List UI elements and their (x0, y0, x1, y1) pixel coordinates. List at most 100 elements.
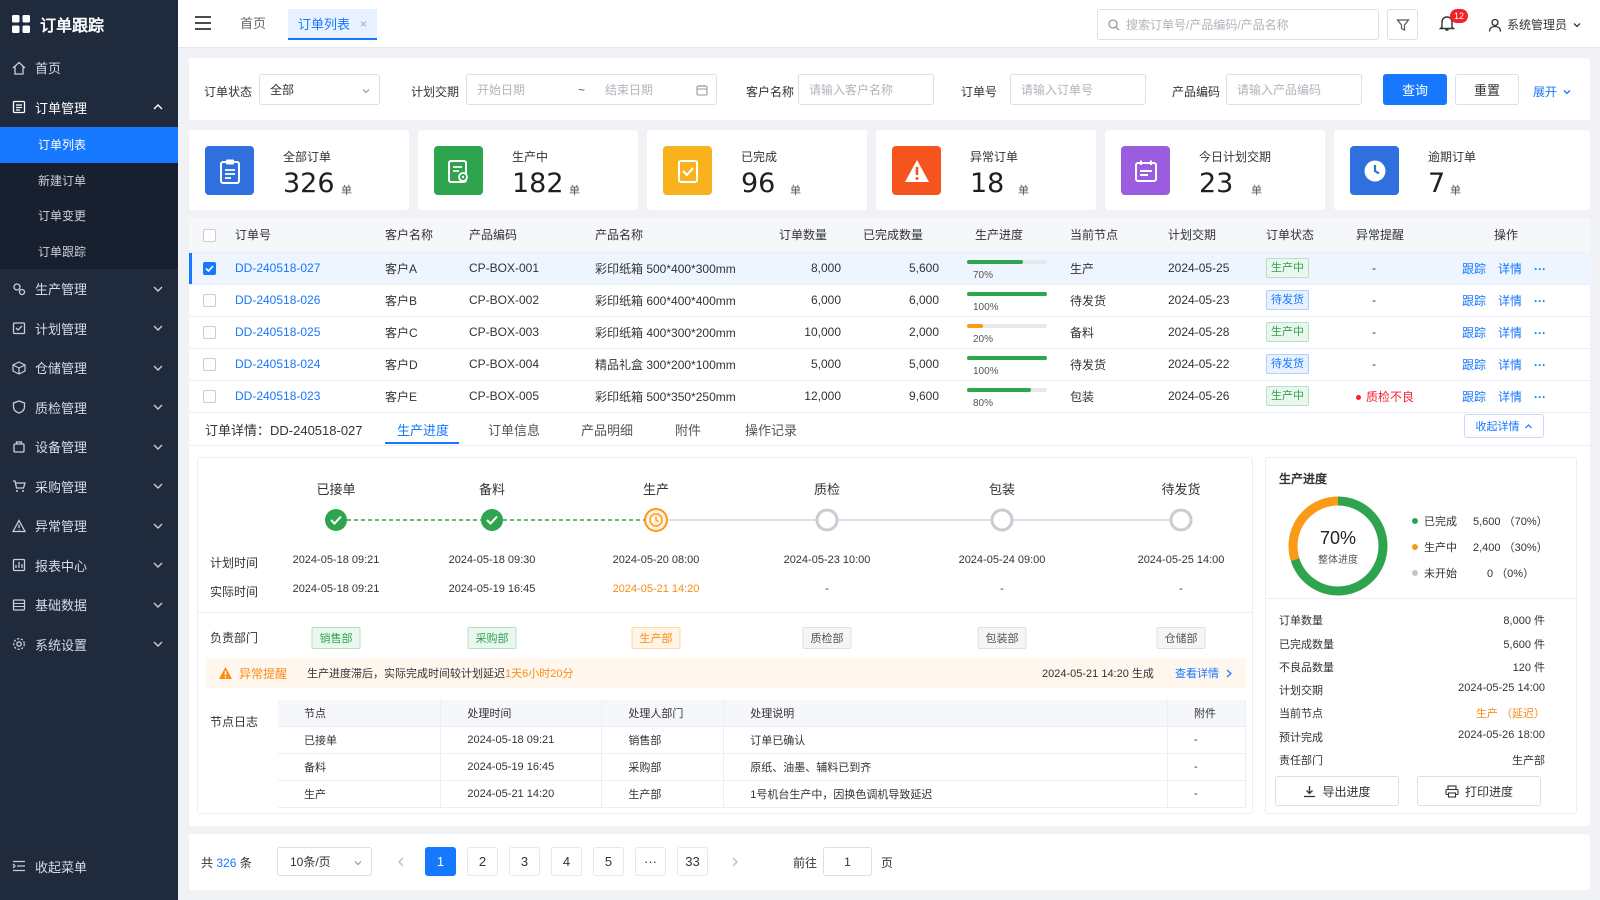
page-button[interactable]: 5 (593, 847, 624, 876)
nav-base-data[interactable]: 基础数据 (0, 585, 178, 625)
status-select[interactable]: 全部 (259, 74, 380, 105)
query-button[interactable]: 查询 (1383, 74, 1447, 105)
view-detail-link[interactable]: 查看详情 (1175, 665, 1233, 681)
order-id-link[interactable]: DD-240518-025 (235, 325, 320, 339)
subnav-order-change[interactable]: 订单变更 (0, 198, 178, 234)
stat-card-all[interactable]: 全部订单 326 单 (189, 130, 409, 210)
nav-home[interactable]: 首页 (0, 48, 178, 88)
detail-link[interactable]: 详情 (1498, 294, 1522, 308)
col-header[interactable]: 生产进度 (947, 218, 1062, 253)
export-progress-button[interactable]: 导出进度 (1275, 776, 1399, 806)
col-header[interactable]: 产品名称 (587, 218, 771, 253)
nav-plan[interactable]: 计划管理 (0, 309, 178, 349)
col-header[interactable]: 产品编码 (461, 218, 587, 253)
more-actions-icon[interactable]: ··· (1534, 358, 1546, 372)
table-row[interactable]: DD-240518-024 客户D CP-BOX-004 精品礼盒 300*200*1… (189, 348, 1590, 381)
nav-equipment[interactable]: 设备管理 (0, 427, 178, 467)
stat-card-overdue[interactable]: 逾期订单 7 单 (1334, 130, 1590, 210)
nav-settings[interactable]: 系统设置 (0, 625, 178, 665)
filter-button[interactable] (1387, 9, 1418, 40)
col-header[interactable]: 异常提醒 (1348, 218, 1440, 253)
tab-order-list[interactable]: 订单列表 × (288, 9, 378, 40)
user-menu[interactable]: 系统管理员 (1488, 16, 1582, 33)
track-link[interactable]: 跟踪 (1462, 326, 1486, 340)
table-row[interactable]: DD-240518-027 客户A CP-BOX-001 彩印纸箱 500*400*3… (189, 252, 1590, 285)
tab-production-progress[interactable]: 生产进度 (397, 420, 449, 439)
order-id-link[interactable]: DD-240518-024 (235, 357, 320, 371)
detail-link[interactable]: 详情 (1498, 326, 1522, 340)
tab-attachments[interactable]: 附件 (675, 420, 701, 439)
col-header[interactable]: 订单状态 (1258, 218, 1348, 253)
detail-link[interactable]: 详情 (1498, 358, 1522, 372)
subnav-order-tracking[interactable]: 订单跟踪 (0, 234, 178, 270)
col-header[interactable]: 已完成数量 (855, 218, 947, 253)
expand-filters-link[interactable]: 展开 (1533, 83, 1572, 100)
subnav-order-list[interactable]: 订单列表 (0, 127, 178, 163)
col-header[interactable]: 当前节点 (1062, 218, 1160, 253)
col-header[interactable]: 操作 (1440, 218, 1590, 253)
nav-exception[interactable]: 异常管理 (0, 506, 178, 546)
date-range-picker[interactable]: 开始日期 ~ 结束日期 (466, 74, 717, 105)
col-header[interactable]: 订单数量 (771, 218, 855, 253)
tab-home[interactable]: 首页 (232, 8, 274, 40)
track-link[interactable]: 跟踪 (1462, 390, 1486, 404)
prev-page-button[interactable] (385, 847, 416, 876)
stage-node-current[interactable] (644, 508, 668, 532)
nav-quality[interactable]: 质检管理 (0, 388, 178, 428)
nav-production[interactable]: 生产管理 (0, 269, 178, 309)
row-checkbox[interactable] (203, 358, 216, 372)
tab-product-detail[interactable]: 产品明细 (581, 420, 633, 439)
stage-node-todo[interactable] (815, 508, 839, 532)
page-ellipsis[interactable]: ··· (635, 847, 666, 876)
product-code-input[interactable]: 请输入产品编码 (1226, 74, 1362, 105)
order-number-input[interactable]: 请输入订单号 (1010, 74, 1146, 105)
hamburger-icon[interactable] (194, 15, 212, 31)
app-logo[interactable]: 订单跟踪 (0, 0, 178, 48)
stat-card-in-production[interactable]: 生产中 182 单 (418, 130, 638, 210)
page-button[interactable]: 4 (551, 847, 582, 876)
detail-link[interactable]: 详情 (1498, 390, 1522, 404)
page-button[interactable]: 2 (467, 847, 498, 876)
col-header[interactable]: 计划交期 (1160, 218, 1258, 253)
page-button[interactable]: 3 (509, 847, 540, 876)
track-link[interactable]: 跟踪 (1462, 262, 1486, 276)
page-button[interactable]: 1 (425, 847, 456, 876)
stage-node-todo[interactable] (990, 508, 1014, 532)
table-row[interactable]: DD-240518-026 客户B CP-BOX-002 彩印纸箱 600*400*4… (189, 284, 1590, 317)
stage-node-done[interactable] (325, 509, 347, 531)
stat-card-due-today[interactable]: 今日计划交期 23 单 (1105, 130, 1325, 210)
select-all-checkbox[interactable] (203, 228, 216, 242)
more-actions-icon[interactable]: ··· (1534, 390, 1546, 404)
tab-order-info[interactable]: 订单信息 (488, 420, 540, 439)
next-page-button[interactable] (719, 847, 750, 876)
collapse-menu-button[interactable]: 收起菜单 (0, 854, 178, 878)
more-actions-icon[interactable]: ··· (1534, 262, 1546, 276)
reset-button[interactable]: 重置 (1455, 74, 1519, 105)
order-id-link[interactable]: DD-240518-023 (235, 389, 320, 403)
row-checkbox[interactable] (203, 294, 216, 308)
goto-page-input[interactable]: 1 (823, 847, 872, 876)
stat-card-completed[interactable]: 已完成 96 单 (647, 130, 867, 210)
row-checkbox[interactable] (203, 326, 216, 340)
subnav-new-order[interactable]: 新建订单 (0, 163, 178, 199)
nav-reports[interactable]: 报表中心 (0, 546, 178, 586)
track-link[interactable]: 跟踪 (1462, 294, 1486, 308)
track-link[interactable]: 跟踪 (1462, 358, 1486, 372)
detail-link[interactable]: 详情 (1498, 262, 1522, 276)
global-search-input[interactable]: 搜索订单号/产品编码/产品名称 (1097, 9, 1379, 40)
order-id-link[interactable]: DD-240518-026 (235, 293, 320, 307)
more-actions-icon[interactable]: ··· (1534, 326, 1546, 340)
stage-node-todo[interactable] (1169, 508, 1193, 532)
tab-operation-log[interactable]: 操作记录 (745, 420, 797, 439)
stat-card-exception[interactable]: 异常订单 18 单 (876, 130, 1096, 210)
collapse-detail-button[interactable]: 收起详情 (1464, 414, 1544, 438)
nav-warehouse[interactable]: 仓储管理 (0, 348, 178, 388)
row-checkbox[interactable] (203, 262, 216, 276)
stage-node-done[interactable] (481, 509, 503, 531)
page-size-select[interactable]: 10条/页 (277, 847, 372, 876)
page-button[interactable]: 33 (677, 847, 708, 876)
nav-order-management[interactable]: 订单管理 (0, 88, 178, 128)
table-row[interactable]: DD-240518-025 客户C CP-BOX-003 彩印纸箱 400*300*2… (189, 316, 1590, 349)
col-header[interactable]: 订单号 (227, 218, 377, 253)
customer-input[interactable]: 请输入客户名称 (798, 74, 934, 105)
